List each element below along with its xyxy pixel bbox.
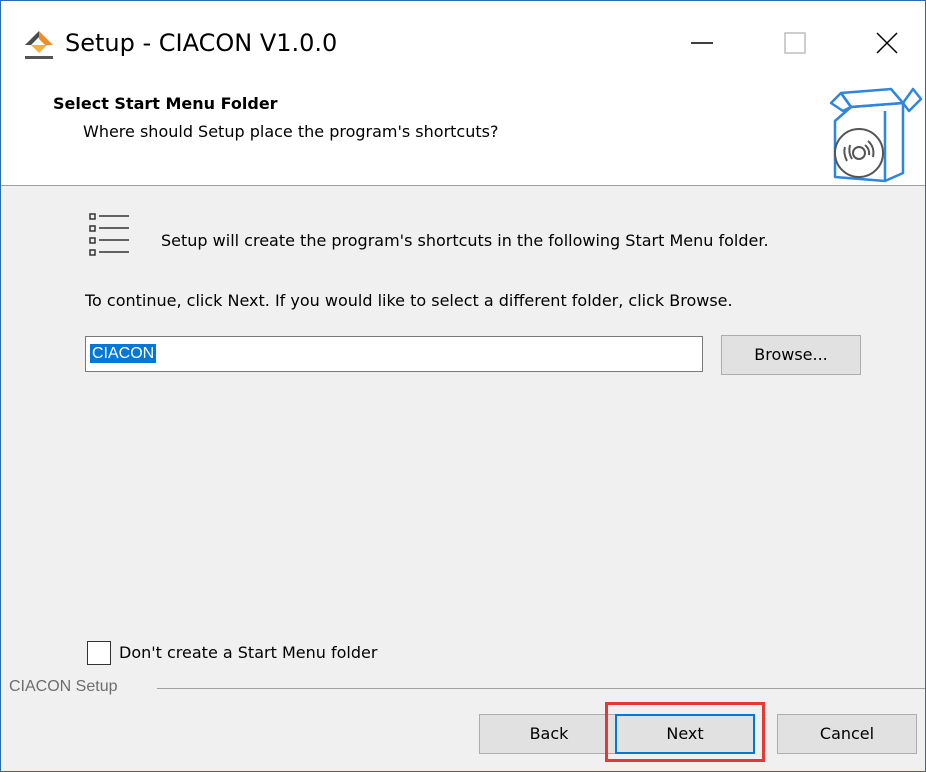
page-subtitle: Where should Setup place the program's s… <box>83 122 499 141</box>
folder-value: CIACON <box>90 344 157 363</box>
info-text: Setup will create the program's shortcut… <box>161 231 769 250</box>
maximize-button[interactable] <box>767 21 823 65</box>
browse-button[interactable]: Browse... <box>721 335 861 375</box>
maximize-icon <box>784 32 806 54</box>
wizard-header: Select Start Menu Folder Where should Se… <box>1 81 925 186</box>
close-button[interactable] <box>857 21 913 65</box>
back-button[interactable]: Back <box>479 714 619 754</box>
start-menu-folder-input[interactable]: CIACON <box>85 336 703 372</box>
minimize-icon <box>691 42 713 44</box>
checkbox-label[interactable]: Don't create a Start Menu folder <box>119 641 377 665</box>
setup-window: Setup - CIACON V1.0.0 Select Start Menu … <box>0 0 926 772</box>
ciacon-logo-icon <box>25 31 53 59</box>
continue-instruction: To continue, click Next. If you would li… <box>85 291 733 310</box>
no-start-menu-folder-checkbox[interactable] <box>87 641 111 665</box>
cancel-button[interactable]: Cancel <box>777 714 917 754</box>
window-title: Setup - CIACON V1.0.0 <box>65 29 338 57</box>
setup-group-label: CIACON Setup <box>9 678 118 695</box>
divider <box>157 688 925 689</box>
page-title: Select Start Menu Folder <box>53 94 278 113</box>
title-bar[interactable]: Setup - CIACON V1.0.0 <box>1 1 925 81</box>
minimize-button[interactable] <box>673 21 729 65</box>
wizard-content: Setup will create the program's shortcut… <box>1 186 925 771</box>
software-box-icon <box>829 87 923 183</box>
next-button-highlight <box>605 702 765 762</box>
list-icon <box>89 213 129 256</box>
close-icon <box>876 32 898 54</box>
